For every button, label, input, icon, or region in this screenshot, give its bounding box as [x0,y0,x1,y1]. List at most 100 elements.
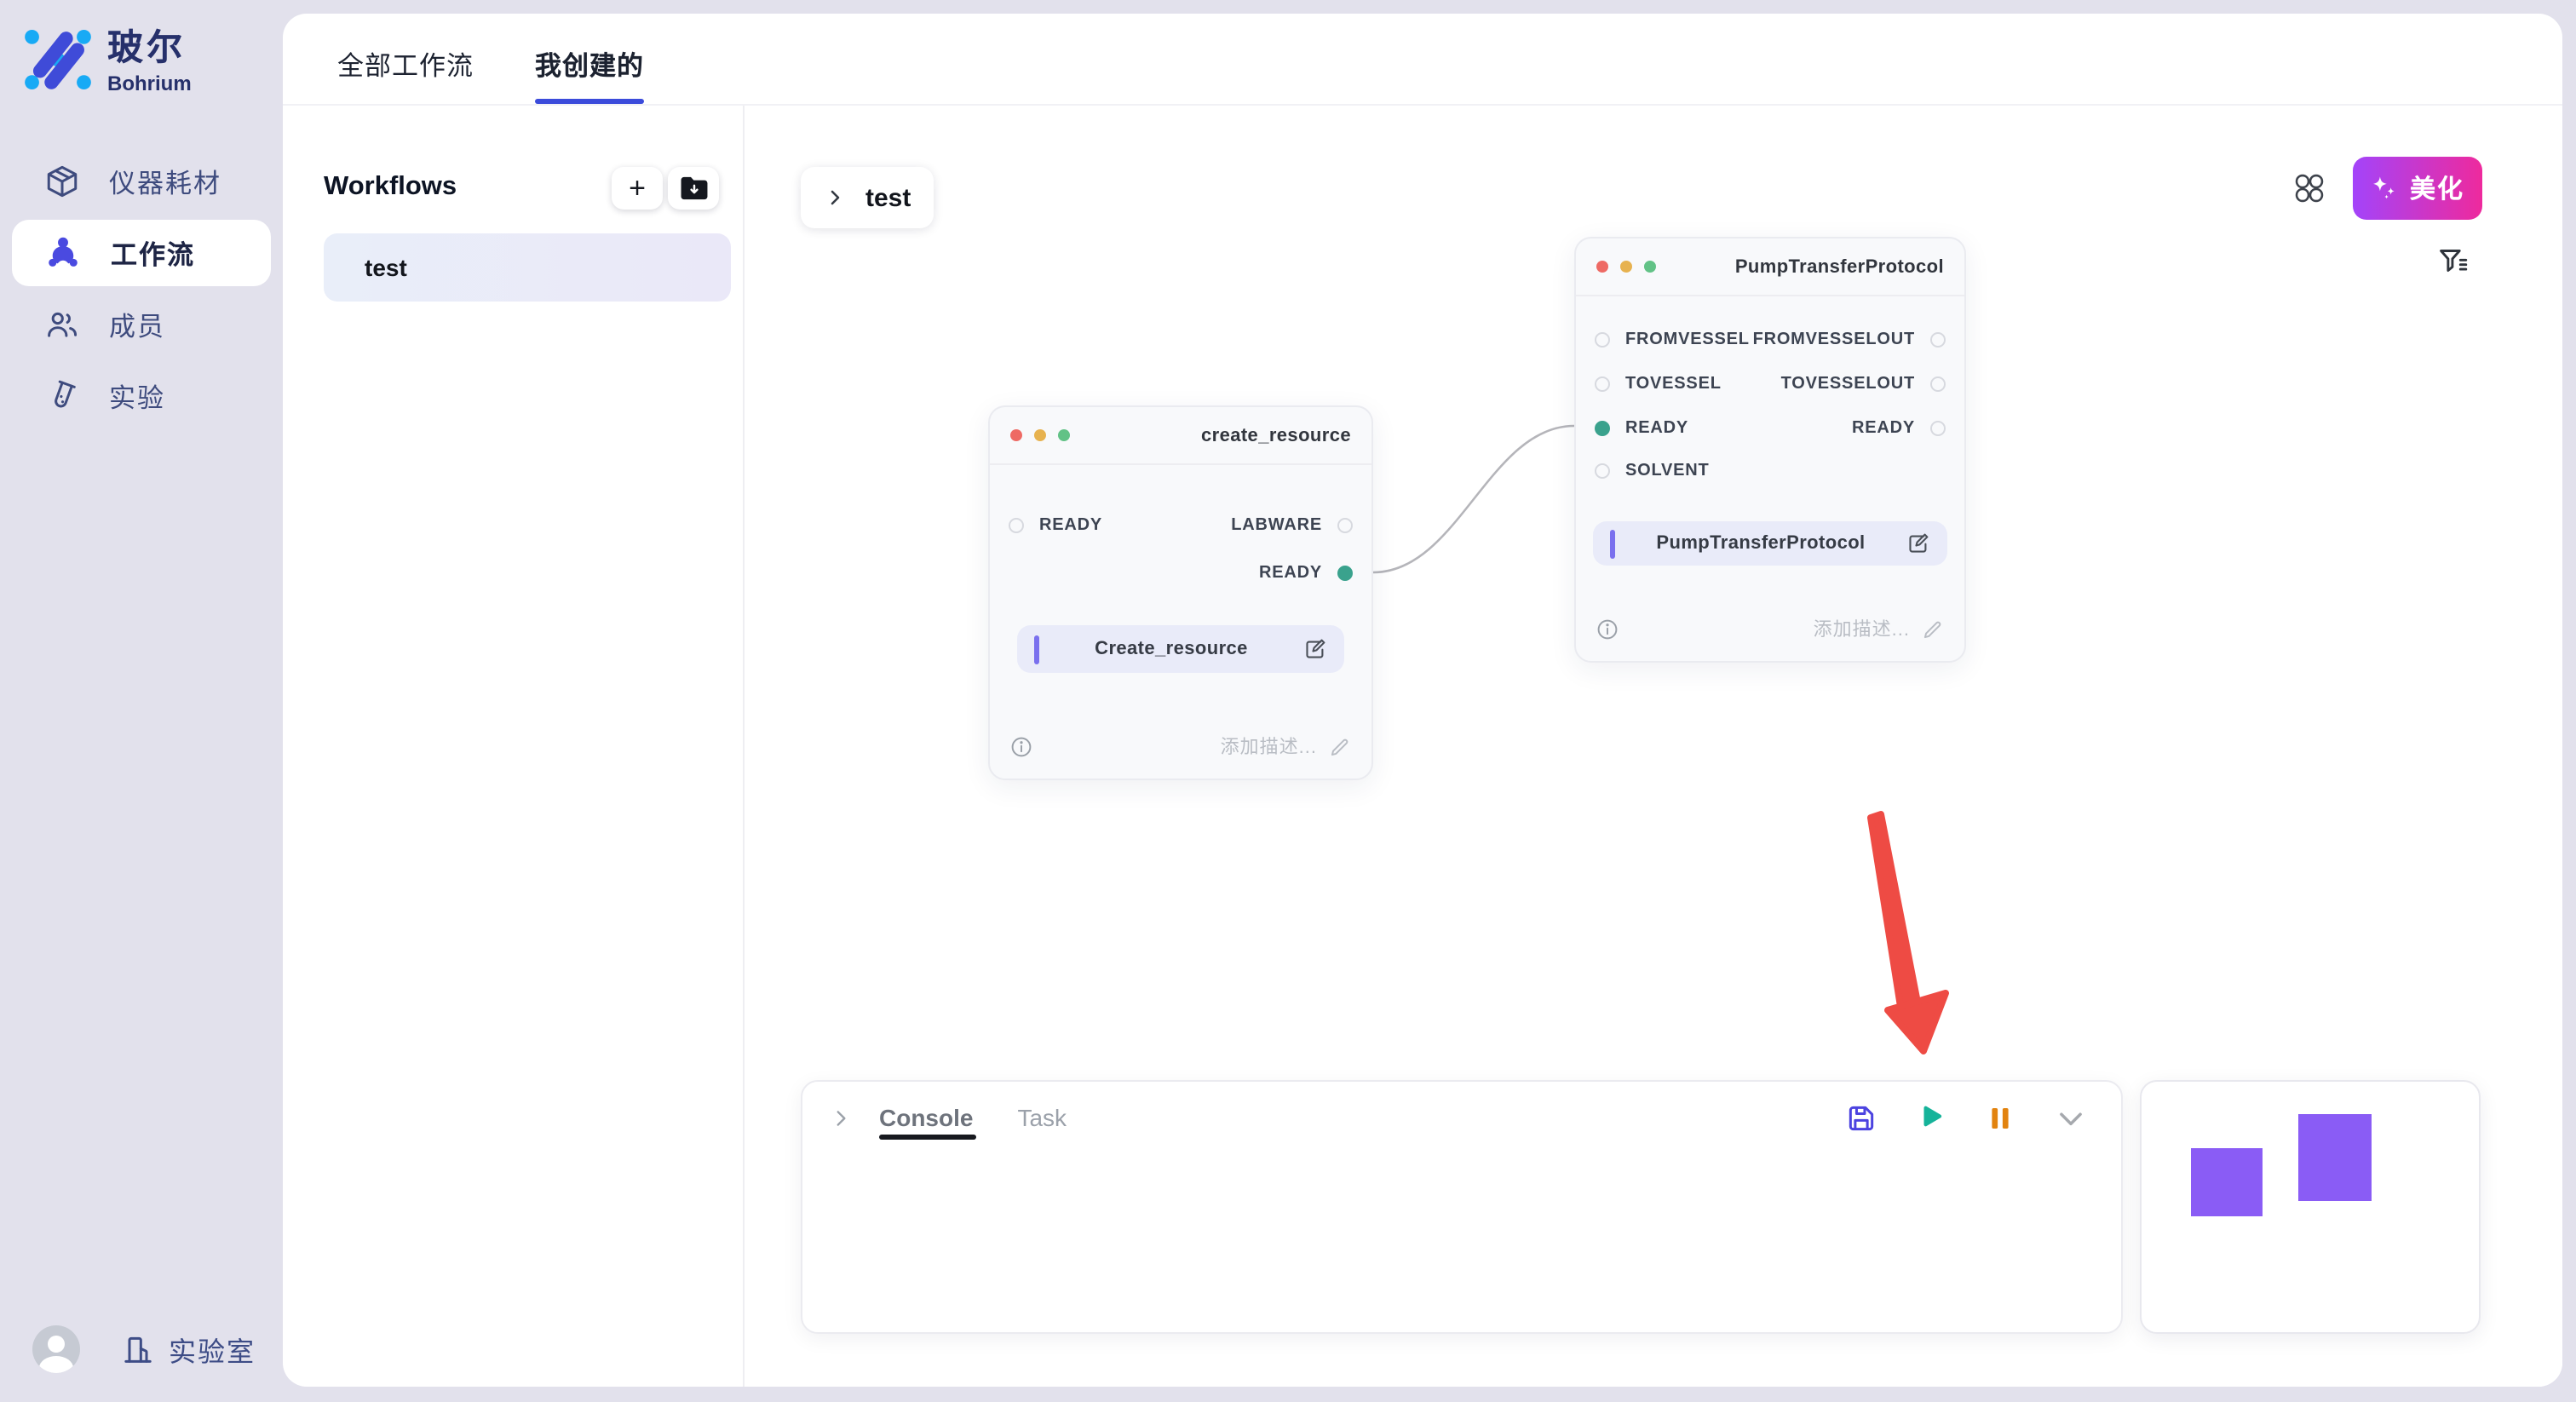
breadcrumb-label: test [865,183,911,212]
red-arrow [1871,814,1946,1051]
node-action-pill[interactable]: Create_resource [1017,625,1344,673]
tab-my-created[interactable]: 我创建的 [535,46,644,104]
description-placeholder[interactable]: 添加描述... [1221,733,1317,760]
collapse-panel-button[interactable] [2053,1100,2087,1135]
port-dot[interactable] [1595,376,1610,391]
node-create-resource[interactable]: create_resource READY LABWARE READY Crea… [988,405,1373,780]
sidebar-item-members[interactable]: 成员 [12,291,271,358]
pause-button[interactable] [1983,1100,2017,1135]
sidebar-item-label: 工作流 [111,234,195,272]
edit-icon[interactable] [1906,531,1930,555]
members-icon [44,307,80,342]
experiment-icon [44,378,80,414]
sidebar: 玻尔 Bohrium 仪器耗材 工作流 [0,0,283,1402]
info-icon[interactable] [1596,618,1619,640]
port-input-solvent[interactable]: SOLVENT [1595,451,1710,489]
port-output-ready[interactable]: READY [1259,554,1353,591]
port-dot[interactable] [1595,331,1610,347]
tab-console[interactable]: Console [879,1082,973,1153]
port-input-ready[interactable]: READY [1595,409,1688,446]
sidebar-item-workflows[interactable]: 工作流 [12,220,271,286]
node-footer: 添加描述... [1596,612,1944,646]
port-input-fromvessel[interactable]: FROMVESSEL [1595,320,1750,358]
collapse-chevron-right-icon[interactable] [830,1106,852,1129]
canvas-breadcrumb[interactable]: test [801,167,934,228]
command-icon [2295,174,2324,203]
minimap[interactable] [2140,1080,2481,1334]
pencil-icon[interactable] [1922,618,1944,640]
beautify-label: 美化 [2410,170,2464,206]
port-label: READY [1625,418,1688,437]
tab-all-workflows[interactable]: 全部工作流 [337,46,474,104]
port-label: TOVESSELOUT [1781,374,1915,393]
port-output-tovesselout[interactable]: TOVESSELOUT [1781,365,1946,402]
node-title: create_resource [1082,425,1351,445]
sparkles-icon [2371,174,2400,203]
import-folder-button[interactable] [668,166,719,209]
auto-layout-button[interactable] [2295,174,2324,203]
workflow-tabbar: 全部工作流 我创建的 [283,14,2562,106]
port-label: SOLVENT [1625,461,1710,480]
bohrium-logo-icon [24,27,92,92]
port-dot-connected[interactable] [1337,565,1353,580]
avatar[interactable] [32,1325,80,1373]
play-icon [1915,1102,1946,1133]
port-label: READY [1852,418,1915,437]
workspace-switcher[interactable]: 实验室 [121,1329,256,1370]
node-action-pill[interactable]: PumpTransferProtocol [1593,521,1947,566]
save-button[interactable] [1843,1100,1877,1135]
console-panel: Console Task [801,1080,2123,1334]
port-output-fromvesselout[interactable]: FROMVESSELOUT [1753,320,1946,358]
plus-icon: + [629,173,646,202]
port-output-ready[interactable]: READY [1852,409,1946,446]
description-placeholder[interactable]: 添加描述... [1814,615,1910,642]
port-dot[interactable] [1930,331,1946,347]
action-label: PumpTransferProtocol [1615,533,1906,554]
sidebar-nav: 仪器耗材 工作流 成员 [0,143,283,434]
traffic-dot-yellow [1034,429,1046,441]
sidebar-item-label: 仪器耗材 [109,163,221,200]
folder-download-icon [679,175,708,200]
port-label: FROMVESSEL [1625,330,1750,348]
port-dot-connected[interactable] [1595,420,1610,435]
add-workflow-button[interactable]: + [612,166,663,209]
info-icon[interactable] [1010,735,1032,757]
console-tab-underline [879,1135,976,1139]
building-icon [121,1331,155,1367]
node-header: create_resource [990,407,1371,465]
workflow-list-item-test[interactable]: test [324,233,731,302]
tab-task[interactable]: Task [1017,1082,1067,1153]
port-dot[interactable] [1009,517,1024,532]
port-input-tovessel[interactable]: TOVESSEL [1595,365,1722,402]
port-dot[interactable] [1595,463,1610,478]
port-input-ready[interactable]: READY [1009,506,1102,543]
edge-create-to-pump [1373,426,1574,572]
console-toolbar: Console Task [802,1082,2121,1153]
traffic-dot-red [1596,261,1608,273]
beautify-button[interactable]: 美化 [2353,157,2482,220]
port-dot[interactable] [1930,420,1946,435]
port-output-labware[interactable]: LABWARE [1231,506,1353,543]
port-dot[interactable] [1337,517,1353,532]
save-icon [1844,1101,1877,1134]
sidebar-item-experiments[interactable]: 实验 [12,363,271,429]
brand-name-zh: 玻尔 [107,31,192,66]
action-label: Create_resource [1039,639,1303,659]
sidebar-item-label: 成员 [109,306,165,343]
main-panel: 全部工作流 我创建的 Workflows + [283,14,2562,1387]
brand-logo: 玻尔 Bohrium [24,27,192,94]
edit-icon[interactable] [1303,637,1327,661]
sidebar-item-instruments[interactable]: 仪器耗材 [12,148,271,215]
minimap-node-pump-transfer [2298,1114,2372,1201]
filter-button[interactable] [2438,247,2469,278]
chevron-right-icon [825,187,845,208]
workflow-icon [44,235,82,271]
port-label: FROMVESSELOUT [1753,330,1915,348]
port-dot[interactable] [1930,376,1946,391]
node-pump-transfer-protocol[interactable]: PumpTransferProtocol FROMVESSEL TOVESSEL… [1574,237,1966,663]
traffic-dot-green [1644,261,1656,273]
pencil-icon[interactable] [1329,735,1351,757]
workflow-canvas[interactable]: test 美化 [745,106,2562,1387]
run-button[interactable] [1913,1100,1947,1135]
port-label: READY [1039,515,1102,534]
